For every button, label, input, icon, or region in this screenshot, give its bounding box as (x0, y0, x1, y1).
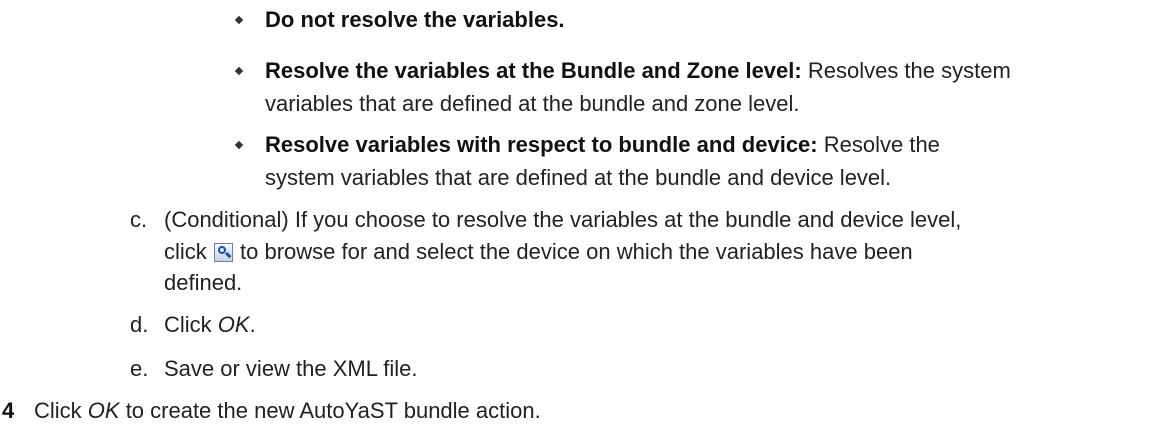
bullet-marker (234, 66, 244, 76)
bullet-option-bundle-device: Resolve variables with respect to bundle… (265, 132, 940, 158)
substep-e-text: Save or view the XML file. (164, 356, 418, 381)
ok-label: OK (217, 312, 250, 337)
step-4-text: Click OK to create the new AutoYaST bund… (34, 398, 541, 423)
bullet-marker (234, 15, 244, 25)
bullet-option-no-resolve: Do not resolve the variables. (265, 7, 565, 33)
ok-label: OK (87, 398, 120, 423)
bullet-option-desc-cont: system variables that are defined at the… (265, 165, 892, 190)
bullet-marker (234, 140, 244, 150)
substep-marker: c. (130, 207, 148, 232)
substep-c-line3: defined. (164, 270, 243, 295)
bullet-option-title: Do not resolve the variables. (265, 7, 565, 32)
bullet-option-bundle-zone: Resolve the variables at the Bundle and … (265, 58, 1011, 84)
substep-c-line2: click to browse for and select the devic… (164, 239, 913, 264)
bullet-option-title: Resolve variables with respect to bundle… (265, 132, 818, 157)
bullet-option-desc: Resolves the system (801, 58, 1011, 83)
substep-c-line1: (Conditional) If you choose to resolve t… (164, 207, 962, 232)
substep-d-text: Click OK. (164, 312, 256, 337)
substep-marker: d. (130, 312, 149, 337)
step-number: 4 (2, 398, 15, 423)
bullet-option-title: Resolve the variables at the Bundle and … (265, 58, 802, 83)
substep-marker: e. (130, 356, 149, 381)
bullet-option-desc-cont: variables that are defined at the bundle… (265, 91, 800, 116)
bullet-option-desc: Resolve the (817, 132, 940, 157)
search-icon[interactable] (213, 243, 233, 262)
